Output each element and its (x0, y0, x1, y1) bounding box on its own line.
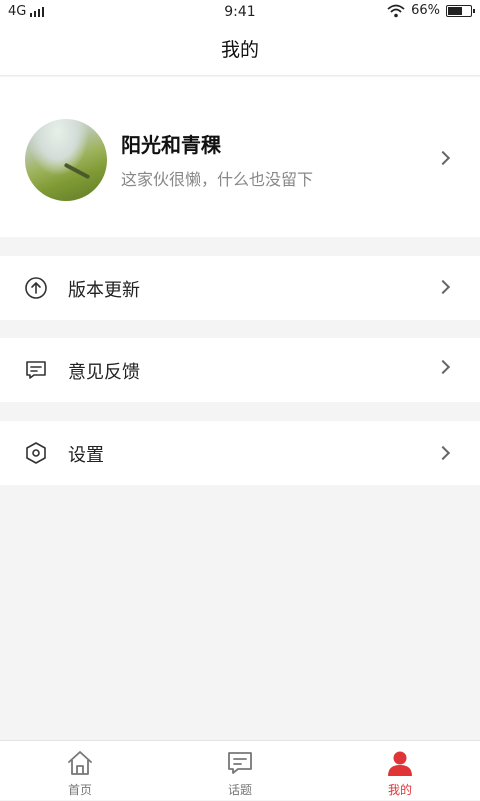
chevron-right-icon (435, 445, 451, 461)
tab-home[interactable]: 首页 (0, 741, 160, 801)
topic-icon (228, 752, 252, 774)
menu-item-label: 设置 (68, 445, 104, 466)
tab-label: 我的 (387, 783, 412, 797)
profile-bio: 这家伙很懒，什么也没留下 (121, 170, 314, 189)
page-title: 我的 (220, 39, 259, 61)
profile-name: 阳光和青稞 (121, 133, 221, 157)
feedback-icon (26, 361, 46, 379)
battery-percent: 66% (411, 3, 440, 18)
nav-bar: 我的 (0, 26, 480, 76)
battery-icon (446, 4, 475, 17)
avatar[interactable] (25, 119, 107, 201)
user-icon (388, 751, 412, 776)
settings-hexagon-icon (26, 442, 46, 464)
tab-mine[interactable]: 我的 (320, 741, 480, 801)
chevron-right-icon (435, 359, 451, 375)
menu-item-version-update[interactable]: 版本更新 (0, 256, 480, 320)
status-bar: 4G 9:41 66% (0, 0, 480, 26)
tab-label: 话题 (227, 783, 252, 797)
menu-item-settings[interactable]: 设置 (0, 421, 480, 485)
battery-fill (448, 6, 462, 15)
chevron-right-icon (435, 150, 451, 166)
profile-card[interactable]: 阳光和青稞 这家伙很懒，什么也没留下 (0, 77, 480, 237)
upload-circle-icon (25, 277, 47, 299)
wifi-icon (387, 4, 405, 17)
tab-bar: 首页 话题 我的 (0, 740, 480, 800)
chevron-right-icon (435, 279, 451, 295)
menu-item-label: 版本更新 (68, 280, 140, 301)
home-icon (68, 751, 92, 775)
menu-item-feedback[interactable]: 意见反馈 (0, 338, 480, 402)
status-right: 66% (387, 3, 475, 18)
tab-label: 首页 (67, 783, 92, 797)
menu-item-label: 意见反馈 (68, 362, 140, 383)
tab-topic[interactable]: 话题 (160, 741, 320, 801)
